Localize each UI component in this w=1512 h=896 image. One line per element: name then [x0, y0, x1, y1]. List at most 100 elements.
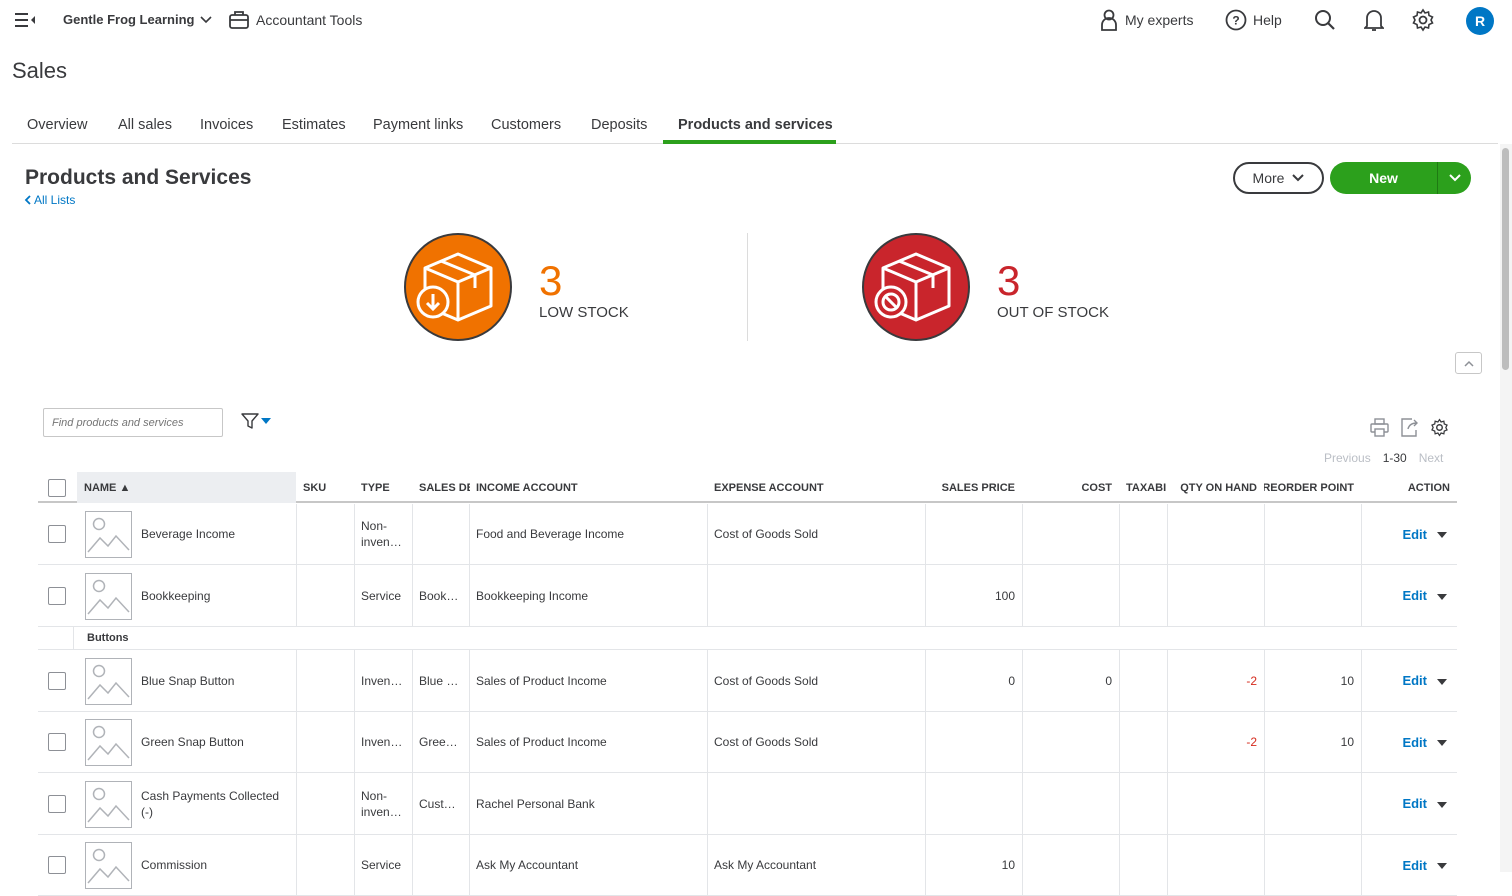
cell-name[interactable]: Beverage Income — [134, 504, 296, 564]
pager-next[interactable]: Next — [1419, 451, 1444, 465]
chevron-down-icon — [1292, 174, 1305, 182]
page-title: Sales — [12, 58, 68, 83]
caret-down-icon[interactable] — [1437, 797, 1447, 811]
table-row[interactable]: Beverage Income Non-inven… Food and Bevera… — [38, 504, 1457, 565]
header-type[interactable]: TYPE — [354, 472, 412, 503]
active-tab-indicator — [663, 140, 836, 144]
header-sku[interactable]: SKU — [296, 472, 354, 503]
table-row[interactable]: Green Snap Button Inven… Gree… Sales of Pro… — [38, 712, 1457, 773]
accountant-tools-label: Accountant Tools — [256, 12, 363, 28]
tab-estimates[interactable]: Estimates — [282, 117, 346, 133]
image-placeholder-icon[interactable] — [85, 719, 132, 766]
image-placeholder-icon[interactable] — [85, 781, 132, 828]
row-checkbox[interactable] — [48, 671, 66, 690]
cell-name[interactable]: Blue Snap Button — [134, 650, 296, 711]
section-title: Products and Services — [25, 166, 252, 189]
cell-income-account: Sales of Product Income — [476, 735, 607, 749]
header-taxable[interactable]: TAXABI — [1119, 472, 1167, 503]
edit-link[interactable]: Edit — [1402, 673, 1427, 688]
edit-link[interactable]: Edit — [1402, 858, 1427, 873]
filter-button[interactable] — [241, 412, 271, 430]
new-dropdown-button[interactable] — [1438, 162, 1471, 194]
gear-icon[interactable] — [1411, 8, 1435, 32]
avatar[interactable]: R — [1466, 7, 1494, 35]
tab-overview[interactable]: Overview — [27, 117, 87, 133]
collapse-button[interactable] — [1455, 352, 1482, 374]
caret-down-icon[interactable] — [1437, 674, 1447, 688]
row-checkbox[interactable] — [48, 525, 66, 543]
out-of-stock-card[interactable]: 3 OUT OF STOCK — [861, 232, 1109, 342]
accountant-tools-button[interactable]: Accountant Tools — [228, 9, 362, 31]
header-qty-on-hand[interactable]: QTY ON HAND — [1167, 472, 1264, 503]
caret-down-icon — [261, 418, 271, 424]
help-button[interactable]: ? Help — [1225, 9, 1282, 31]
table-row[interactable]: Cash Payments Collected (-) Non-inven… Cus… — [38, 773, 1457, 835]
cell-income-account: Bookkeeping Income — [476, 588, 589, 603]
cell-sales-price — [925, 504, 1022, 564]
cell-qty-on-hand — [1167, 565, 1264, 626]
row-checkbox[interactable] — [48, 794, 66, 813]
scrollbar-thumb[interactable] — [1502, 148, 1509, 370]
more-label: More — [1252, 170, 1285, 186]
image-placeholder-icon[interactable] — [85, 511, 132, 558]
edit-link[interactable]: Edit — [1402, 527, 1427, 542]
row-checkbox[interactable] — [48, 586, 66, 605]
header-name[interactable]: NAME ▲ — [77, 472, 296, 503]
header-income-account[interactable]: INCOME ACCOUNT — [469, 472, 707, 503]
export-icon[interactable] — [1400, 418, 1419, 437]
cell-select — [38, 504, 76, 564]
tab-products-and-services[interactable]: Products and services — [678, 117, 833, 133]
row-checkbox[interactable] — [48, 733, 66, 751]
cell-name[interactable]: Green Snap Button — [134, 712, 296, 772]
header-sales-price[interactable]: SALES PRICE — [925, 472, 1022, 503]
select-all-checkbox[interactable] — [48, 478, 66, 497]
caret-down-icon[interactable] — [1437, 589, 1447, 603]
gear-icon[interactable] — [1430, 418, 1449, 437]
cell-cost — [1022, 712, 1119, 772]
pager-previous[interactable]: Previous — [1324, 451, 1371, 465]
all-lists-link[interactable]: All Lists — [24, 193, 75, 207]
edit-link[interactable]: Edit — [1402, 735, 1427, 750]
print-icon[interactable] — [1370, 418, 1389, 437]
header-sales-description[interactable]: SALES DE — [412, 472, 470, 503]
cell-expense-account — [707, 565, 925, 626]
cell-type: Non-inven… — [361, 788, 402, 819]
tab-invoices[interactable]: Invoices — [200, 117, 253, 133]
edit-link[interactable]: Edit — [1402, 796, 1427, 811]
briefcase-icon — [229, 11, 249, 29]
table-row[interactable]: Bookkeeping Service Book… Bookkeeping Incom… — [38, 565, 1457, 627]
tab-customers[interactable]: Customers — [491, 117, 561, 133]
caret-down-icon[interactable] — [1437, 735, 1447, 749]
cell-name[interactable]: Bookkeeping — [134, 565, 296, 626]
tab-deposits[interactable]: Deposits — [591, 117, 647, 133]
table-row[interactable]: Blue Snap Button Inven… Blue … Sales of Pro… — [38, 650, 1457, 712]
header-cost[interactable]: COST — [1022, 472, 1119, 503]
caret-down-icon[interactable] — [1437, 527, 1447, 541]
table-row[interactable]: Commission Service Ask My Accountant Ask My… — [38, 835, 1457, 896]
header-expense-account[interactable]: EXPENSE ACCOUNT — [707, 472, 925, 503]
image-placeholder-icon[interactable] — [85, 573, 132, 620]
company-switcher[interactable]: Gentle Frog Learning — [63, 12, 213, 27]
search-icon[interactable] — [1314, 9, 1336, 31]
cell-reorder-point — [1264, 773, 1361, 834]
image-placeholder-icon[interactable] — [85, 658, 132, 705]
row-checkbox[interactable] — [48, 856, 66, 874]
more-button[interactable]: More — [1233, 162, 1324, 194]
tab-payment-links[interactable]: Payment links — [373, 117, 463, 133]
search-input[interactable] — [43, 408, 223, 437]
menu-toggle-icon[interactable] — [14, 11, 36, 29]
image-placeholder-icon[interactable] — [85, 842, 132, 889]
cell-reorder-point — [1264, 565, 1361, 626]
my-experts-button[interactable]: My experts — [1099, 9, 1193, 31]
header-reorder-point[interactable]: REORDER POINT — [1264, 472, 1361, 503]
bell-icon[interactable] — [1364, 8, 1384, 32]
caret-down-icon[interactable] — [1437, 858, 1447, 872]
low-stock-card[interactable]: 3 LOW STOCK — [403, 232, 629, 342]
tab-all-sales[interactable]: All sales — [118, 117, 172, 133]
new-button[interactable]: New — [1330, 162, 1438, 194]
cell-name[interactable]: Commission — [134, 835, 296, 895]
cell-select — [38, 835, 76, 895]
filter-icon — [241, 413, 259, 429]
edit-link[interactable]: Edit — [1402, 588, 1427, 603]
cell-name[interactable]: Cash Payments Collected (-) — [134, 773, 296, 834]
